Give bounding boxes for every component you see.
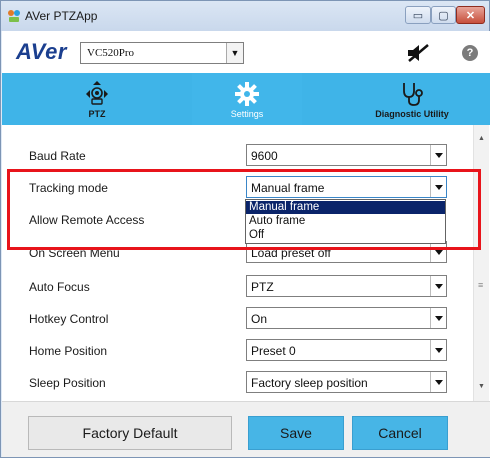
auto-focus-label: Auto Focus [29,280,90,294]
hotkey-control-value: On [251,312,268,326]
settings-scrollbar[interactable]: ▲ ≡ ▼ [473,125,489,401]
baud-rate-select[interactable]: 9600 [246,144,447,166]
scroll-up-arrow-icon[interactable]: ▲ [478,135,485,142]
model-select[interactable]: VC520Pro ▼ [80,42,244,64]
sleep-position-select[interactable]: Factory sleep position [246,371,447,393]
dropdown-option-auto-frame[interactable]: Auto frame [246,215,445,228]
chevron-down-icon [430,340,446,360]
close-button[interactable]: ✕ [456,6,485,24]
stethoscope-icon [403,83,423,106]
tab-diagnostic-utility-label: Diagnostic Utility [375,109,449,119]
close-icon: ✕ [465,9,476,22]
tracking-mode-label: Tracking mode [29,181,108,195]
scroll-grip-icon: ≡ [478,280,484,290]
tab-settings[interactable]: Settings [192,73,302,125]
camera-ptz-icon [86,81,108,105]
sleep-position-label: Sleep Position [29,376,106,390]
app-icon [8,10,20,22]
home-position-value: Preset 0 [251,344,296,358]
chevron-down-icon [430,242,446,262]
home-position-label: Home Position [29,344,108,358]
chevron-down-icon: ▼ [226,43,243,63]
scroll-down-arrow-icon[interactable]: ▼ [478,383,485,390]
allow-remote-access-label: Allow Remote Access [29,213,145,227]
footer-bar: Factory Default Save Cancel [2,401,490,457]
maximize-button[interactable]: ▢ [431,6,456,24]
baud-rate-value: 9600 [251,149,278,163]
auto-focus-value: PTZ [251,280,274,294]
gear-icon [235,82,259,106]
tracking-mode-value: Manual frame [251,181,325,195]
model-select-value: VC520Pro [87,47,135,59]
main-toolbar: PTZ Settings Diagnostic Utility [2,73,490,125]
tab-ptz-label: PTZ [88,109,106,119]
tab-settings-label: Settings [230,109,264,119]
cancel-button[interactable]: Cancel [352,416,448,450]
hotkey-control-select[interactable]: On [246,307,447,329]
dropdown-option-off[interactable]: Off [246,229,445,242]
minimize-button[interactable]: ▭ [405,6,431,24]
chevron-down-icon [430,276,446,296]
mute-speaker-icon[interactable] [406,43,430,63]
tab-ptz[interactable]: PTZ [42,73,152,125]
chevron-down-icon [430,372,446,392]
tracking-mode-select[interactable]: Manual frame [246,176,447,198]
window-title: AVer PTZApp [25,9,98,23]
help-icon[interactable]: ? [462,45,478,61]
on-screen-menu-value: Load preset off [251,246,331,260]
tab-diagnostic-utility[interactable]: Diagnostic Utility [342,73,482,125]
factory-default-button[interactable]: Factory Default [28,416,232,450]
tracking-mode-dropdown-list: Manual frame Auto frame Off [245,199,446,244]
maximize-icon: ▢ [438,9,449,22]
chevron-down-icon [430,308,446,328]
dropdown-option-manual-frame[interactable]: Manual frame [246,201,445,214]
baud-rate-label: Baud Rate [29,149,86,163]
on-screen-menu-label: On Screen Menu [29,246,120,260]
aver-logo: AVer [16,39,67,64]
app-window: AVer PTZApp ▭ ▢ ✕ AVer VC520Pro ▼ ? PTZ … [0,0,490,458]
header: AVer VC520Pro ▼ ? [2,31,490,73]
settings-panel: Baud Rate 9600 Tracking mode Manual fram… [2,125,490,401]
auto-focus-select[interactable]: PTZ [246,275,447,297]
chevron-down-icon [430,145,446,165]
minimize-icon: ▭ [412,9,424,22]
hotkey-control-label: Hotkey Control [29,312,109,326]
home-position-select[interactable]: Preset 0 [246,339,447,361]
chevron-down-icon [430,177,446,197]
on-screen-menu-select[interactable]: Load preset off [246,241,447,263]
sleep-position-value: Factory sleep position [251,376,368,390]
title-bar: AVer PTZApp ▭ ▢ ✕ [1,1,489,31]
save-button[interactable]: Save [248,416,344,450]
